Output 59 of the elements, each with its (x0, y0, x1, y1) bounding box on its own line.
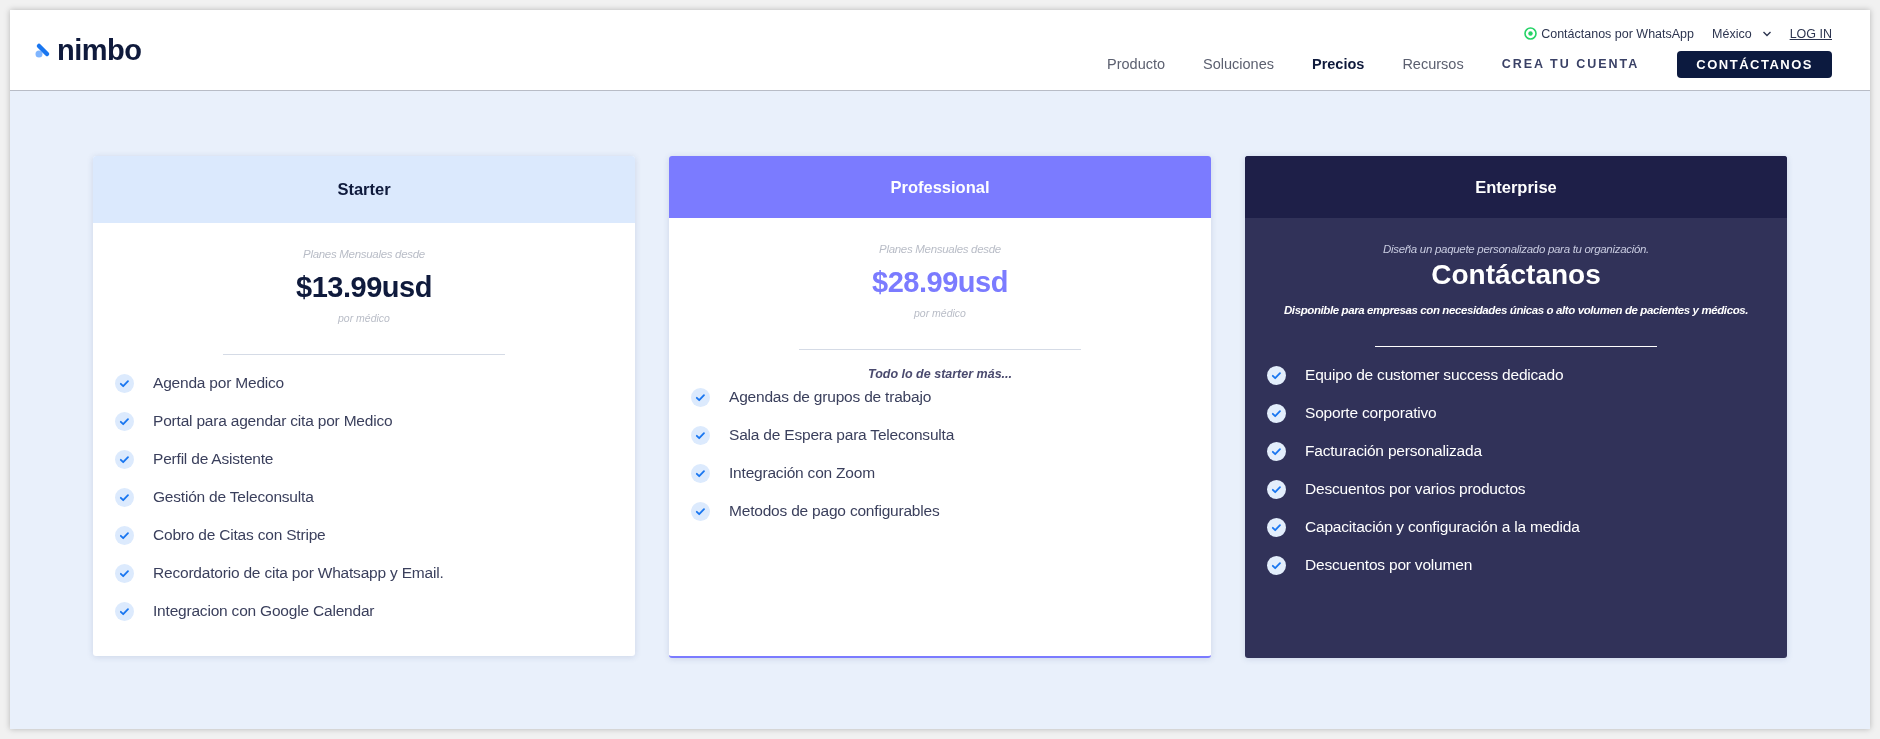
feature-text: Metodos de pago configurables (729, 502, 940, 520)
feature-text: Perfil de Asistente (153, 450, 274, 468)
check-icon (115, 525, 134, 545)
feature-text: Capacitación y configuración a la medida (1305, 518, 1580, 536)
plan-name: Enterprise (1475, 177, 1557, 197)
country-selector[interactable]: México (1712, 26, 1772, 41)
logo-text[interactable]: nimbo (57, 33, 142, 67)
check-icon (691, 463, 710, 483)
nav-link[interactable]: Soluciones (1203, 56, 1274, 72)
check-icon (115, 487, 134, 507)
plan-price: $28.99usd (872, 266, 1008, 299)
caret-icon (1761, 30, 1772, 37)
feature-text: Equipo de customer success dedicado (1305, 366, 1564, 384)
nav-link[interactable]: Precios (1312, 56, 1365, 72)
check-icon (1267, 517, 1286, 537)
feature-text: Portal para agendar cita por Medico (153, 412, 393, 430)
feature-text: Sala de Espera para Teleconsulta (729, 426, 955, 444)
feature-text: Cobro de Citas con Stripe (153, 526, 326, 544)
check-icon (115, 563, 134, 583)
plan-caption: Diseña un paquete personalizado para tu organización. (1382, 243, 1650, 255)
plan-headline: Contáctanos (1431, 259, 1601, 291)
price-unit: por médico (914, 307, 966, 319)
check-icon (1267, 365, 1286, 385)
feature-text: Agendas de grupos de trabajo (729, 388, 932, 406)
nav-link[interactable]: Producto (1107, 56, 1166, 72)
check-icon (1267, 555, 1286, 575)
contact-button[interactable]: CONTÁCTANOS (1677, 50, 1832, 78)
feature-text: Recordatorio de cita por Whatsapp y Email. (153, 564, 444, 582)
plan-note: Disponible para empresas con necesidades únicas o alto volumen de pacientes y médicos. (1283, 304, 1749, 316)
feature-text: Facturación personalizada (1305, 442, 1482, 460)
check-icon (691, 501, 710, 521)
logo-icon (35, 42, 51, 58)
check-icon (691, 425, 710, 445)
check-icon (1267, 403, 1286, 423)
signup-link[interactable]: CREA TU CUENTA (1501, 57, 1640, 71)
plan-caption: Planes Mensuales desde (879, 243, 1001, 255)
feature-text: Agenda por Medico (153, 374, 285, 392)
plan-name: Professional (890, 177, 990, 197)
check-icon (115, 601, 134, 621)
plan-caption: Planes Mensuales desde (303, 248, 425, 260)
check-icon (115, 411, 134, 431)
check-icon (1267, 479, 1286, 499)
feature-text: Descuentos por varios productos (1305, 480, 1526, 498)
feature-text: Integracion con Google Calendar (153, 602, 375, 620)
login-link[interactable]: LOG IN (1789, 26, 1832, 41)
plan-price: $13.99usd (296, 271, 432, 304)
whatsapp-link[interactable]: Contáctanos por WhatsApp (1524, 26, 1695, 41)
feature-text: Integración con Zoom (729, 464, 875, 482)
plan-lead: Todo lo de starter más... (868, 367, 1012, 381)
check-icon (115, 449, 134, 469)
feature-text: Descuentos por volumen (1305, 556, 1473, 574)
check-icon (115, 373, 134, 393)
price-unit: por médico (338, 312, 390, 324)
nav-link[interactable]: Recursos (1402, 56, 1464, 72)
check-icon (691, 387, 710, 407)
plan-name: Starter (337, 180, 391, 199)
check-icon (1267, 441, 1286, 461)
feature-text: Gestión de Teleconsulta (153, 488, 314, 506)
feature-text: Soporte corporativo (1305, 404, 1437, 422)
